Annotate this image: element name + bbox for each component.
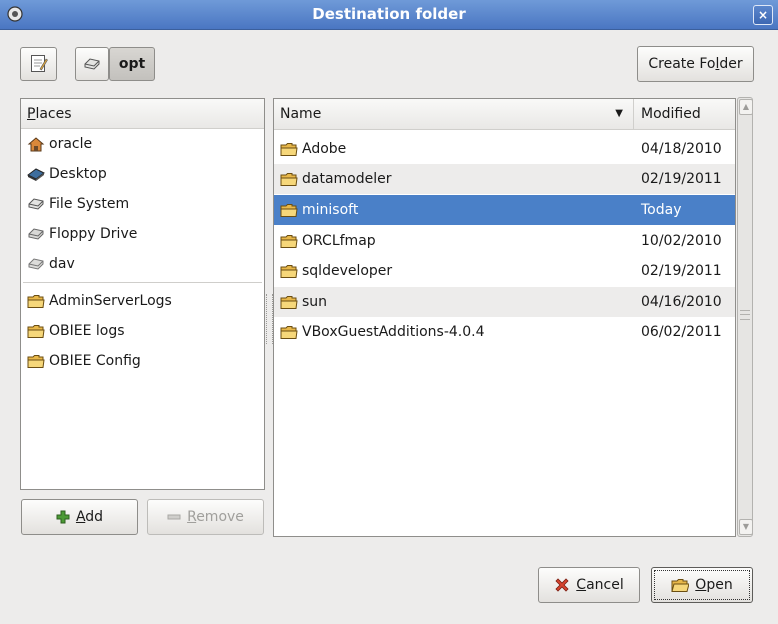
bookmark-obiee-logs[interactable]: OBIEE logs: [21, 316, 264, 346]
bookmark-label: OBIEE Config: [49, 353, 141, 369]
path-opt-button[interactable]: opt: [109, 47, 155, 81]
file-name: VBoxGuestAdditions-4.0.4: [302, 324, 485, 340]
cancel-button[interactable]: Cancel: [538, 567, 640, 603]
places-header[interactable]: Places: [21, 99, 264, 129]
file-name: minisoft: [302, 202, 359, 218]
drive-icon: [28, 198, 44, 210]
folder-icon: [280, 203, 298, 217]
edit-location-button[interactable]: [20, 47, 57, 81]
places-separator: [23, 282, 262, 283]
file-list-header: Name ▼ Modified: [274, 99, 735, 130]
add-bookmark-button[interactable]: Add: [21, 499, 138, 535]
file-row-datamodeler[interactable]: datamodeler 02/19/2011: [274, 164, 735, 194]
window-title: Destination folder: [312, 5, 466, 23]
place-label: oracle: [49, 136, 93, 152]
folder-icon: [27, 324, 45, 338]
file-list-scrollbar[interactable]: ▲ ▼: [737, 97, 753, 537]
place-file-system[interactable]: File System: [21, 189, 264, 219]
add-label: Add: [75, 509, 104, 525]
file-row-orclfmap[interactable]: ORCLfmap 10/02/2010: [274, 226, 735, 256]
folder-icon: [280, 264, 298, 278]
folder-icon: [280, 172, 298, 186]
drive-icon: [28, 258, 44, 270]
sort-down-icon: ▼: [615, 108, 623, 119]
file-row-sqldeveloper[interactable]: sqldeveloper 02/19/2011: [274, 256, 735, 286]
file-name: sun: [302, 294, 328, 310]
drive-icon: [84, 58, 100, 70]
folder-icon: [280, 325, 298, 339]
folder-icon: [27, 354, 45, 368]
file-modified: 06/02/2011: [641, 324, 722, 340]
scroll-down-arrow-icon[interactable]: ▼: [739, 519, 753, 535]
file-modified: 04/18/2010: [641, 141, 722, 157]
scroll-grip: [740, 310, 750, 320]
place-dav[interactable]: dav: [21, 249, 264, 279]
place-desktop[interactable]: Desktop: [21, 159, 264, 189]
file-row-vboxguestadditions[interactable]: VBoxGuestAdditions-4.0.4 06/02/2011: [274, 317, 735, 347]
minus-icon: [167, 514, 181, 520]
desktop-icon: [27, 168, 45, 181]
place-label: Floppy Drive: [49, 226, 138, 242]
file-modified: Today: [641, 202, 682, 218]
place-label: Desktop: [49, 166, 107, 182]
file-name: Adobe: [302, 141, 347, 157]
file-row-minisoft[interactable]: minisoft Today: [274, 195, 735, 225]
column-name-header[interactable]: Name ▼: [274, 99, 634, 129]
plus-icon: [56, 510, 70, 524]
create-folder-button[interactable]: Create Folder: [637, 46, 754, 82]
cancel-label: Cancel: [576, 577, 624, 593]
folder-icon: [280, 295, 298, 309]
scroll-up-arrow-icon[interactable]: ▲: [739, 99, 753, 115]
column-modified-header[interactable]: Modified: [635, 99, 735, 129]
bookmark-label: AdminServerLogs: [49, 293, 172, 309]
bookmark-adminserverlogs[interactable]: AdminServerLogs: [21, 286, 264, 316]
bookmark-obiee-config[interactable]: OBIEE Config: [21, 346, 264, 376]
open-folder-icon: [671, 578, 690, 592]
path-opt-label: opt: [118, 56, 146, 72]
create-folder-label: Create Folder: [648, 56, 743, 72]
place-floppy-drive[interactable]: Floppy Drive: [21, 219, 264, 249]
remove-bookmark-button[interactable]: Remove: [147, 499, 264, 535]
title-bar: Destination folder ×: [0, 0, 778, 30]
open-label: Open: [695, 577, 733, 593]
file-row-adobe[interactable]: Adobe 04/18/2010: [274, 134, 735, 164]
folder-icon: [280, 142, 298, 156]
folder-icon: [27, 294, 45, 308]
file-modified: 10/02/2010: [641, 233, 722, 249]
edit-icon: [30, 55, 48, 72]
file-name: sqldeveloper: [302, 263, 393, 279]
place-oracle[interactable]: oracle: [21, 129, 264, 159]
pane-resize-handle[interactable]: [266, 294, 273, 344]
file-modified: 02/19/2011: [641, 171, 722, 187]
place-label: File System: [49, 196, 130, 212]
file-row-sun[interactable]: sun 04/16/2010: [274, 287, 735, 317]
open-button[interactable]: Open: [651, 567, 753, 603]
file-modified: 02/19/2011: [641, 263, 722, 279]
floppy-icon: [28, 228, 44, 240]
file-modified: 04/16/2010: [641, 294, 722, 310]
file-list-panel: Name ▼ Modified Adobe 04/18/2010 datamod…: [273, 98, 736, 537]
folder-icon: [280, 234, 298, 248]
close-button[interactable]: ×: [753, 5, 773, 25]
bookmark-label: OBIEE logs: [49, 323, 125, 339]
cancel-x-icon: [555, 578, 569, 592]
remove-label: Remove: [187, 509, 244, 525]
path-root-button[interactable]: [75, 47, 109, 81]
file-name: ORCLfmap: [302, 233, 376, 249]
place-label: dav: [49, 256, 75, 272]
home-icon: [27, 137, 45, 152]
file-name: datamodeler: [302, 171, 392, 187]
places-panel: Places oracle Desktop File System Floppy…: [20, 98, 265, 490]
